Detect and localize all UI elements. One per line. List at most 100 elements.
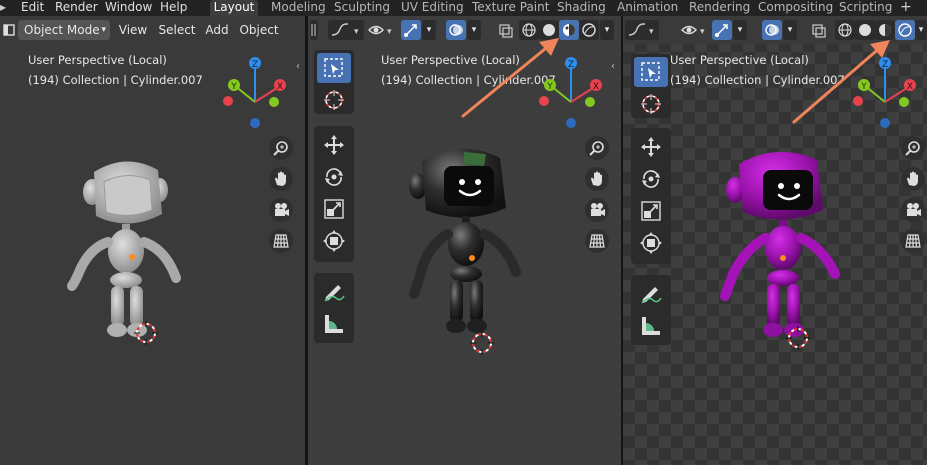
shading-solid-icon[interactable] [855, 20, 875, 40]
annotate-icon[interactable] [317, 276, 351, 306]
tab-compositing[interactable]: Compositing [758, 0, 833, 16]
axis-gizmo[interactable]: Z Y X [534, 56, 606, 128]
rotate-icon[interactable] [317, 162, 351, 192]
move-icon[interactable] [317, 130, 351, 160]
tab-sculpting[interactable]: Sculpting [334, 0, 390, 16]
sidebar-toggle-icon[interactable] [310, 20, 318, 40]
collection-label: (194) Collection | Cylinder.007 [381, 73, 556, 87]
menu-window[interactable]: Window [105, 0, 152, 16]
cursor-icon[interactable] [317, 85, 351, 115]
3d-cursor-icon[interactable] [786, 326, 810, 350]
grid-ortho-icon[interactable] [901, 229, 925, 253]
svg-text:▾: ▾ [649, 27, 654, 37]
zoom-icon[interactable] [269, 136, 293, 160]
grid-ortho-icon[interactable] [269, 229, 293, 253]
visibility-eye-icon[interactable]: ▾ [366, 20, 396, 40]
shading-dropdown-icon[interactable]: ▾ [600, 20, 614, 40]
tab-scripting[interactable]: Scripting [839, 0, 892, 16]
view-menu[interactable]: View [116, 20, 150, 40]
tab-texture-paint[interactable]: Texture Paint [472, 0, 549, 16]
tool-shelf-annotate [314, 273, 354, 343]
shading-wireframe-icon[interactable] [835, 20, 855, 40]
shading-material-preview-icon[interactable] [875, 20, 895, 40]
grid-ortho-icon[interactable] [585, 229, 609, 253]
viewport-material-preview[interactable]: ▾ ▾ ▾ ▾ ▾ User Perspective (Local) (194) [308, 16, 621, 465]
3d-cursor-icon[interactable] [134, 321, 158, 345]
viewport-header: ▾ ▾ ▾ ▾ ▾ [623, 16, 927, 44]
scale-icon[interactable] [634, 196, 668, 226]
zoom-icon[interactable] [901, 136, 925, 160]
xray-toggle-icon[interactable] [809, 20, 829, 40]
viewport-solid[interactable]: Object Mode ▾ View Select Add Object Use… [0, 16, 305, 465]
hand-pan-icon[interactable] [269, 167, 293, 191]
camera-icon[interactable] [269, 198, 293, 222]
overlays-toggle-icon[interactable] [446, 20, 466, 40]
shading-rendered-icon[interactable] [895, 20, 915, 40]
gizmo-toggle-icon[interactable] [401, 20, 421, 40]
svg-text:X: X [907, 82, 913, 92]
tab-layout[interactable]: Layout [210, 0, 258, 16]
measure-icon[interactable] [317, 309, 351, 339]
tool-shelf [314, 50, 354, 114]
shading-material-preview-icon[interactable] [559, 20, 579, 40]
sidebar-toggle-icon[interactable]: ‹ [296, 60, 305, 74]
menu-edit[interactable]: Edit [21, 0, 44, 16]
tab-modeling[interactable]: Modeling [271, 0, 326, 16]
perspective-label: User Perspective (Local) [670, 53, 809, 67]
robot-model-rendered[interactable] [717, 148, 847, 348]
annotate-icon[interactable] [634, 278, 668, 308]
shading-dropdown-icon[interactable]: ▾ [915, 20, 927, 40]
camera-icon[interactable] [585, 198, 609, 222]
shading-rendered-icon[interactable] [579, 20, 599, 40]
visibility-eye-icon[interactable]: ▾ [679, 20, 709, 40]
menu-help[interactable]: Help [160, 0, 187, 16]
robot-model-solid[interactable] [66, 154, 190, 354]
menu-partial-left[interactable]: ▸ [0, 0, 6, 16]
svg-text:Y: Y [546, 82, 553, 92]
tab-uv-editing[interactable]: UV Editing [401, 0, 464, 16]
tab-animation[interactable]: Animation [617, 0, 678, 16]
zoom-icon[interactable] [585, 136, 609, 160]
axis-gizmo[interactable]: Z Y X [848, 56, 920, 128]
add-menu[interactable]: Add [202, 20, 232, 40]
overlays-toggle-icon[interactable] [762, 20, 782, 40]
graph-icon[interactable]: ▾ [625, 20, 659, 40]
transform-icon[interactable] [634, 228, 668, 258]
svg-text:▾: ▾ [700, 27, 705, 37]
gizmo-toggle-icon[interactable] [712, 20, 732, 40]
graph-icon[interactable]: ▾ [328, 20, 364, 40]
overlays-dropdown-icon[interactable]: ▾ [467, 20, 481, 40]
menu-render[interactable]: Render [55, 0, 98, 16]
hand-pan-icon[interactable] [901, 167, 925, 191]
gizmo-dropdown-icon[interactable]: ▾ [422, 20, 436, 40]
shading-wireframe-icon[interactable] [519, 20, 539, 40]
camera-icon[interactable] [901, 198, 925, 222]
shading-solid-icon[interactable] [539, 20, 559, 40]
transform-icon[interactable] [317, 226, 351, 256]
axis-gizmo[interactable]: Z Y X [218, 56, 290, 128]
object-menu[interactable]: Object [236, 20, 282, 40]
select-box-icon[interactable] [634, 57, 668, 87]
svg-text:Z: Z [882, 60, 888, 70]
mode-dropdown[interactable]: Object Mode ▾ [18, 20, 110, 40]
cursor-icon[interactable] [634, 89, 668, 119]
hand-pan-icon[interactable] [585, 167, 609, 191]
tab-shading[interactable]: Shading [557, 0, 606, 16]
scale-icon[interactable] [317, 194, 351, 224]
viewport-rendered[interactable]: ▾ ▾ ▾ ▾ ▾ User Perspective (Local) (194) [623, 16, 927, 465]
select-box-icon[interactable] [317, 53, 351, 83]
editor-type-button[interactable] [2, 20, 16, 40]
move-icon[interactable] [634, 132, 668, 162]
measure-icon[interactable] [634, 311, 668, 341]
add-workspace-icon[interactable]: + [900, 0, 912, 16]
gizmo-dropdown-icon[interactable]: ▾ [733, 20, 747, 40]
3d-cursor-icon[interactable] [470, 331, 494, 355]
tab-rendering[interactable]: Rendering [689, 0, 750, 16]
rotate-icon[interactable] [634, 164, 668, 194]
robot-model-material[interactable] [400, 144, 530, 344]
tool-shelf-transform [314, 126, 354, 262]
select-menu[interactable]: Select [156, 20, 198, 40]
xray-toggle-icon[interactable] [496, 20, 516, 40]
sidebar-toggle-icon[interactable]: ‹ [611, 60, 621, 74]
overlays-dropdown-icon[interactable]: ▾ [783, 20, 797, 40]
